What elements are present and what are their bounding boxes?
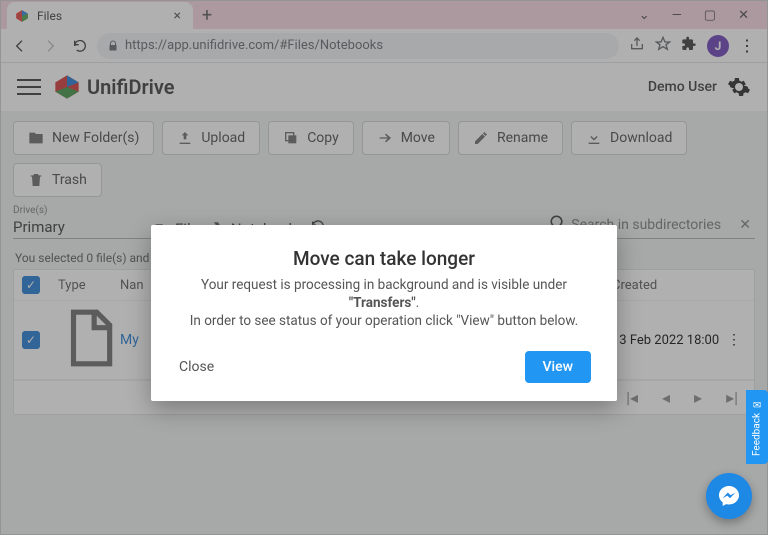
messenger-icon: [717, 484, 741, 508]
feedback-icon: ✉: [752, 398, 763, 409]
close-button[interactable]: Close: [177, 353, 216, 381]
view-button[interactable]: View: [525, 351, 592, 383]
dialog-body: Your request is processing in background…: [177, 276, 591, 331]
chat-fab[interactable]: [706, 473, 752, 519]
dialog-title: Move can take longer: [177, 247, 591, 270]
modal-backdrop[interactable]: Move can take longer Your request is pro…: [0, 0, 768, 535]
move-dialog: Move can take longer Your request is pro…: [151, 225, 617, 401]
dialog-actions: Close View: [177, 351, 591, 383]
feedback-tab[interactable]: Feedback ✉: [746, 390, 768, 464]
